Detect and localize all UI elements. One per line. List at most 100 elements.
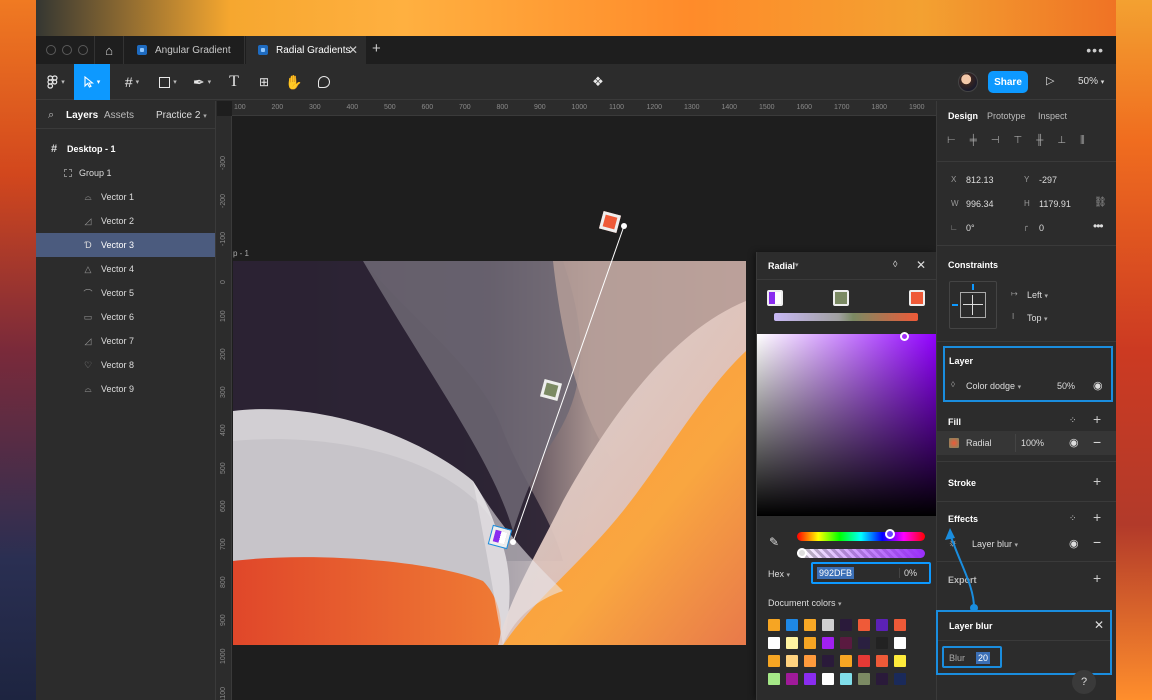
alpha-slider[interactable] (797, 549, 925, 558)
close-icon[interactable]: ✕ (1094, 618, 1104, 632)
artwork-frame[interactable] (233, 261, 746, 645)
align-middle-v-icon[interactable]: ╫ (1036, 135, 1043, 146)
color-swatch[interactable] (840, 637, 852, 649)
document-colors-dropdown[interactable]: Document colors ▾ (768, 598, 842, 608)
color-swatch[interactable] (822, 655, 834, 667)
blur-input[interactable]: Blur 20 (942, 646, 1002, 668)
layer-vector-6[interactable]: ▭ Vector 6 (36, 305, 215, 329)
color-swatch[interactable] (786, 655, 798, 667)
more-menu-icon[interactable]: ••• (1086, 42, 1104, 58)
layer-frame-desktop[interactable]: # Desktop - 1 (36, 137, 215, 161)
fill-row[interactable]: Radial 100% ◉ − (937, 431, 1116, 455)
blur-value[interactable]: 20 (976, 652, 991, 664)
eye-icon[interactable]: ◉ (1069, 436, 1079, 449)
color-swatch[interactable] (894, 673, 906, 685)
style-grid-icon[interactable]: ⁘ (1069, 415, 1077, 426)
alpha-knob[interactable] (797, 548, 807, 558)
color-swatch[interactable] (804, 619, 816, 631)
blend-drop-icon[interactable]: ◊ (893, 259, 897, 269)
resources-tool[interactable]: ⊞ (254, 64, 274, 100)
layer-vector-3[interactable]: Ɗ Vector 3 (36, 233, 215, 257)
style-grid-icon[interactable]: ⁘ (1069, 513, 1077, 524)
chevron-down-icon[interactable]: ▾ (795, 261, 799, 269)
add-stroke-icon[interactable]: + (1093, 473, 1101, 489)
color-swatch[interactable] (768, 619, 780, 631)
color-stop-3[interactable] (909, 290, 925, 306)
hue-knob[interactable] (885, 529, 895, 539)
layer-vector-7[interactable]: ◿ Vector 7 (36, 329, 215, 353)
color-swatch[interactable] (822, 637, 834, 649)
color-swatch[interactable] (768, 673, 780, 685)
rotation-input[interactable]: 0° (966, 223, 975, 233)
align-bottom-icon[interactable]: ⊥ (1057, 135, 1066, 146)
add-export-icon[interactable]: + (1093, 570, 1101, 586)
main-menu-button[interactable]: ▾ (42, 64, 70, 100)
radius-input[interactable]: 0 (1039, 223, 1044, 233)
color-swatch[interactable] (804, 673, 816, 685)
color-swatch[interactable] (804, 637, 816, 649)
gradient-bar[interactable] (774, 313, 918, 321)
horizontal-constraint-dropdown[interactable]: Left ▾ (1027, 290, 1048, 300)
color-swatch[interactable] (876, 655, 888, 667)
page-selector[interactable]: Practice 2 ▾ (156, 110, 207, 121)
text-tool[interactable]: T (224, 64, 244, 100)
layer-vector-5[interactable]: ⌒ Vector 5 (36, 281, 215, 305)
layer-vector-1[interactable]: ⌓ Vector 1 (36, 185, 215, 209)
color-swatch[interactable] (786, 673, 798, 685)
more-options-icon[interactable]: ••• (1093, 219, 1104, 233)
component-diamond-icon[interactable]: ❖ (588, 64, 608, 100)
constraints-widget[interactable] (949, 281, 997, 329)
align-top-icon[interactable]: ⊤ (1014, 135, 1023, 146)
remove-fill-icon[interactable]: − (1093, 434, 1101, 450)
color-swatch[interactable] (768, 637, 780, 649)
color-stop-1[interactable] (767, 290, 783, 306)
color-swatch[interactable] (786, 619, 798, 631)
opacity-value[interactable]: 0% (899, 568, 917, 578)
hue-slider[interactable] (797, 532, 925, 541)
align-center-h-icon[interactable]: ╪ (970, 135, 977, 146)
tab-layers[interactable]: Layers (66, 110, 98, 121)
layer-vector-9[interactable]: ⌓ Vector 9 (36, 377, 215, 401)
saturation-knob[interactable] (900, 332, 909, 341)
color-swatch[interactable] (840, 655, 852, 667)
color-swatch[interactable] (840, 673, 852, 685)
width-input[interactable]: 996.34 (966, 199, 994, 209)
color-stop-2[interactable] (833, 290, 849, 306)
effect-type-dropdown[interactable]: Layer blur ▾ (972, 539, 1018, 549)
saturation-value-area[interactable] (757, 334, 936, 516)
eye-icon[interactable]: ◉ (1069, 537, 1079, 550)
align-left-icon[interactable]: ⊢ (947, 135, 956, 146)
color-swatch[interactable] (894, 619, 906, 631)
share-button[interactable]: Share (988, 71, 1028, 93)
tab-inspect[interactable]: Inspect (1038, 111, 1067, 121)
color-swatch[interactable] (858, 655, 870, 667)
window-controls[interactable] (46, 45, 88, 55)
color-swatch[interactable] (768, 655, 780, 667)
fill-swatch[interactable] (949, 438, 959, 448)
zoom-dropdown[interactable]: 50% ▾ (1078, 76, 1104, 87)
constrain-proportions-icon[interactable]: ⛓ (1094, 197, 1107, 208)
frame-tool[interactable]: # ▾ (118, 64, 146, 100)
search-icon[interactable]: ⌕ (48, 109, 54, 122)
color-swatch[interactable] (894, 655, 906, 667)
color-swatch[interactable] (894, 637, 906, 649)
gradient-type-dropdown[interactable]: Radial (768, 261, 795, 271)
new-tab-button[interactable]: + (372, 40, 381, 57)
frame-label[interactable]: p - 1 (233, 249, 249, 258)
add-effect-icon[interactable]: + (1093, 509, 1101, 525)
layer-vector-2[interactable]: ◿ Vector 2 (36, 209, 215, 233)
layer-opacity-input[interactable]: 50% (1057, 381, 1075, 391)
blend-mode-dropdown[interactable]: Color dodge ▾ (966, 381, 1021, 391)
home-icon[interactable]: ⌂ (94, 36, 124, 64)
distribute-icon[interactable]: ⫼ (1080, 135, 1085, 146)
move-tool[interactable]: ▾ (74, 64, 110, 100)
gradient-stop-end[interactable] (598, 210, 622, 234)
fill-opacity[interactable]: 100% (1021, 438, 1044, 448)
color-swatch[interactable] (822, 619, 834, 631)
color-swatch[interactable] (876, 619, 888, 631)
present-play-icon[interactable]: ▷ (1046, 74, 1054, 87)
remove-effect-icon[interactable]: − (1093, 534, 1101, 550)
tab-prototype[interactable]: Prototype (987, 111, 1026, 121)
pen-tool[interactable]: ✒ ▾ (188, 64, 216, 100)
layer-vector-4[interactable]: △ Vector 4 (36, 257, 215, 281)
